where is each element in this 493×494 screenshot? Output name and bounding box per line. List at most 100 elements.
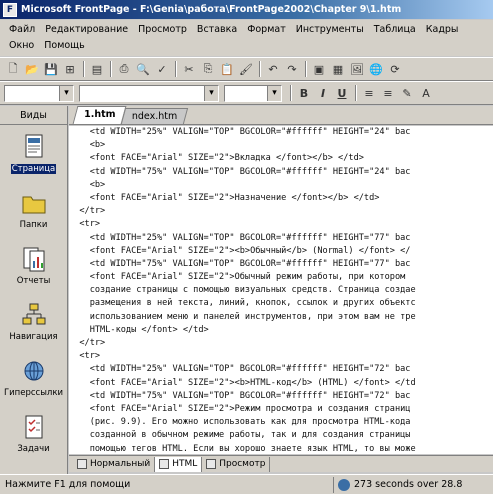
status-bar: Нажмите F1 для помощи 273 seconds over 2… (0, 474, 493, 494)
code-line: <b> (69, 179, 106, 190)
new-page-icon[interactable]: 🗋 (4, 60, 22, 78)
view-tasks-label: Задачи (17, 444, 50, 454)
view-hyperlinks[interactable]: Гиперссылки (0, 349, 67, 405)
view-page[interactable]: Страница (0, 125, 67, 181)
italic-button[interactable]: I (314, 84, 332, 102)
align-left-icon[interactable]: ≡ (360, 84, 378, 102)
view-navigation[interactable]: Навигация (0, 293, 67, 349)
tab-normal[interactable]: Нормальный (73, 456, 156, 472)
tasks-view-icon (20, 412, 48, 442)
code-line: </tr> (69, 206, 106, 217)
menu-view[interactable]: Просмотр (133, 22, 192, 38)
code-line: <font FACE="Arial" SIZE="2">Обычный режи… (69, 272, 406, 283)
font-select[interactable] (79, 84, 219, 102)
code-line: (рис. 9.9). Его можно использовать как д… (69, 417, 411, 428)
views-header: Виды (0, 106, 67, 125)
preview-icon[interactable]: 🔍 (134, 60, 152, 78)
doc-tab-label: ndex.htm (132, 111, 178, 122)
frontpage-app-icon[interactable]: F (3, 2, 17, 17)
insert-component-icon[interactable]: ▣ (310, 60, 328, 78)
insert-picture-icon[interactable]: 🖼 (348, 60, 366, 78)
insert-table-icon[interactable]: ▦ (329, 60, 347, 78)
menu-tools[interactable]: Инструменты (291, 22, 369, 38)
connection-icon (338, 478, 350, 491)
code-line: создание страницы с помощью визуальных с… (69, 285, 416, 296)
code-line: <td WIDTH="75%" VALIGN="TOP" BGCOLOR="#f… (69, 390, 411, 401)
bold-button[interactable]: B (295, 84, 313, 102)
view-reports-label: Отчеты (16, 276, 51, 286)
code-line: <font FACE="Arial" SIZE="2"><b>HTML-код<… (69, 377, 416, 388)
menu-insert[interactable]: Вставка (192, 22, 242, 38)
font-size-select[interactable] (224, 84, 282, 102)
toolbar-separator (175, 61, 177, 77)
code-line: <font FACE="Arial" SIZE="2">Режим просмо… (69, 403, 411, 414)
status-text: Нажмите F1 для помощи (5, 479, 131, 490)
open-icon[interactable]: 📂 (23, 60, 41, 78)
menu-frames[interactable]: Кадры (421, 22, 464, 38)
toolbar-separator (110, 61, 112, 77)
copy-icon[interactable]: ⎘ (199, 60, 217, 78)
save-icon[interactable]: 💾 (42, 60, 60, 78)
tab-html[interactable]: HTML (155, 456, 203, 472)
hyperlink-icon[interactable]: 🌐 (367, 60, 385, 78)
redo-icon[interactable]: ↷ (283, 60, 301, 78)
doc-tab-label: 1.htm (84, 109, 116, 120)
publish-icon[interactable]: ⊞ (61, 60, 79, 78)
toggle-pane-icon[interactable]: ▤ (88, 60, 106, 78)
view-mode-tabs: Нормальный HTML Просмотр (69, 455, 493, 472)
code-line: <font FACE="Arial" SIZE="2"><b>Обычный</… (69, 245, 411, 256)
code-line: HTML-коды </font> </td> (69, 324, 209, 335)
doc-tab-index[interactable]: ndex.htm (121, 108, 189, 124)
spelling-icon[interactable]: ✓ (153, 60, 171, 78)
view-reports[interactable]: Отчеты (0, 237, 67, 293)
formatting-toolbar: B I U ≡ ≡ ✎ A (0, 81, 493, 105)
tab-preview[interactable]: Просмотр (202, 456, 271, 472)
download-time: 273 seconds over 28.8 (333, 476, 493, 493)
menu-format[interactable]: Формат (242, 22, 291, 38)
format-painter-icon[interactable]: 🖌 (237, 60, 255, 78)
view-navigation-label: Навигация (9, 332, 58, 342)
toolbar-separator (290, 85, 292, 101)
code-line: <td WIDTH="25%" VALIGN="TOP" BGCOLOR="#f… (69, 364, 411, 375)
code-line: </tr> (69, 338, 106, 348)
font-color-icon[interactable]: A (417, 84, 435, 102)
toolbar-separator (83, 61, 85, 77)
tab-html-label: HTML (172, 459, 198, 469)
document-tabs: 1.htm ndex.htm (69, 106, 493, 125)
menu-file[interactable]: Файл (4, 22, 40, 38)
menu-window[interactable]: Окно (4, 38, 39, 54)
code-line: созданной в обычном режиме работы, так и… (69, 430, 411, 441)
toolbar-separator (305, 61, 307, 77)
code-line: <td WIDTH="25%" VALIGN="TOP" BGCOLOR="#f… (69, 232, 411, 243)
print-icon[interactable]: ⎙ (115, 60, 133, 78)
code-line: <td WIDTH="75%" VALIGN="TOP" BGCOLOR="#f… (69, 258, 411, 269)
download-time-text: 273 seconds over 28.8 (354, 479, 463, 490)
highlight-icon[interactable]: ✎ (398, 84, 416, 102)
tab-preview-label: Просмотр (219, 459, 266, 469)
style-select[interactable] (4, 84, 74, 102)
code-line: <td WIDTH="25%" VALIGN="TOP" BGCOLOR="#f… (69, 127, 411, 137)
normal-view-icon (77, 459, 87, 469)
menu-help[interactable]: Помощь (39, 38, 89, 54)
view-folders[interactable]: Папки (0, 181, 67, 237)
code-line: размещения в ней текста, линий, кнопок, … (69, 298, 416, 309)
paste-icon[interactable]: 📋 (218, 60, 236, 78)
doc-tab-1[interactable]: 1.htm (72, 106, 127, 124)
code-line: помощью тегов HTML. Если вы хорошо знает… (69, 443, 416, 454)
underline-button[interactable]: U (333, 84, 351, 102)
undo-icon[interactable]: ↶ (264, 60, 282, 78)
html-code-editor[interactable]: <td WIDTH="25%" VALIGN="TOP" BGCOLOR="#f… (69, 126, 493, 454)
standard-toolbar: 🗋 📂 💾 ⊞ ▤ ⎙ 🔍 ✓ ✂ ⎘ 📋 🖌 ↶ ↷ ▣ ▦ 🖼 🌐 ⟳ (0, 57, 493, 81)
preview-view-icon (206, 459, 217, 469)
menu-edit[interactable]: Редактирование (40, 22, 133, 38)
window-title: Microsoft FrontPage - F:\Genia\работа\Fr… (21, 4, 402, 15)
align-center-icon[interactable]: ≡ (379, 84, 397, 102)
code-line: <td WIDTH="75%" VALIGN="TOP" BGCOLOR="#f… (69, 166, 411, 177)
refresh-icon[interactable]: ⟳ (386, 60, 404, 78)
views-panel: Виды Страница Папки Отчеты Навигация Гип… (0, 106, 68, 474)
view-tasks[interactable]: Задачи (0, 405, 67, 461)
menu-table[interactable]: Таблица (369, 22, 421, 38)
cut-icon[interactable]: ✂ (180, 60, 198, 78)
code-line: использованием меню и панелей инструмент… (69, 311, 416, 322)
html-view-icon (159, 459, 170, 469)
